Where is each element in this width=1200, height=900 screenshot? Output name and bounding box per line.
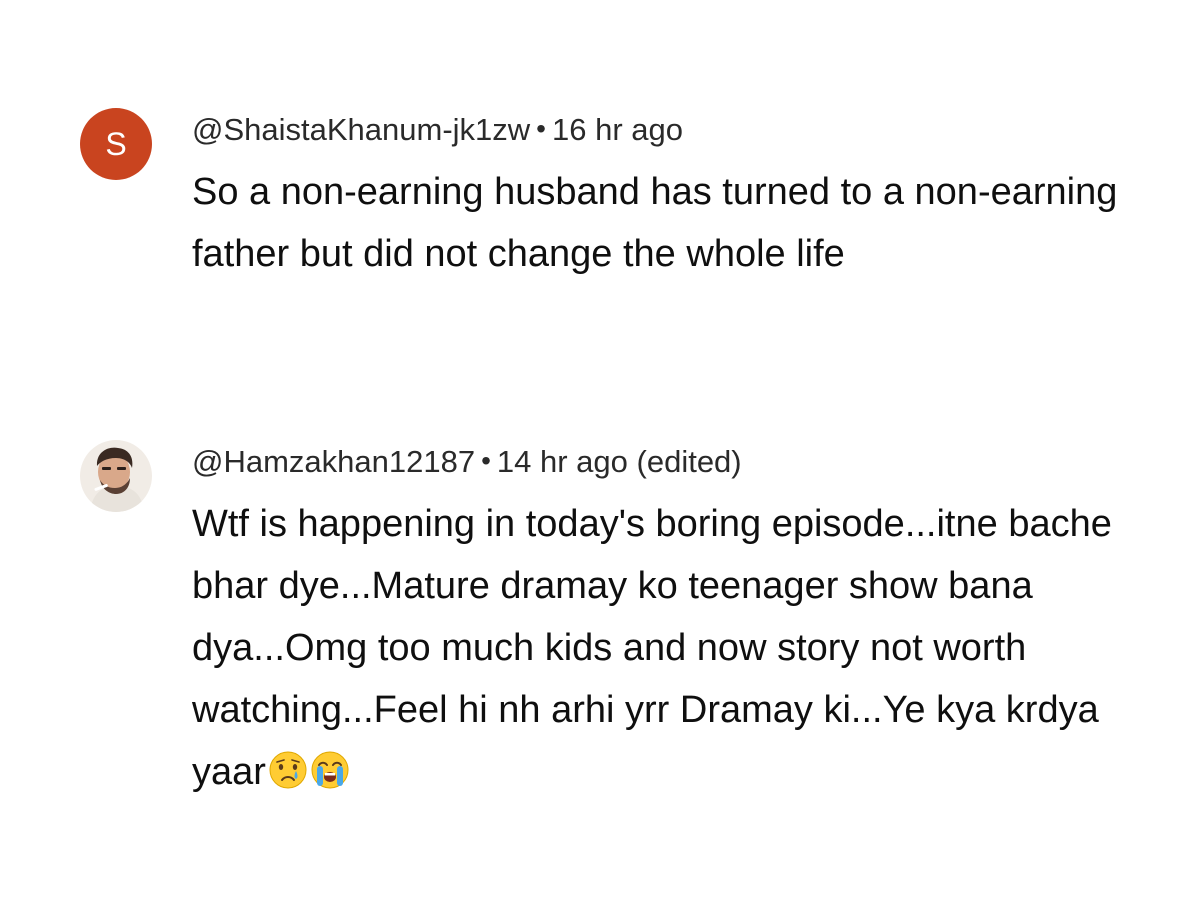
meta-separator: • <box>481 445 491 476</box>
avatar[interactable] <box>80 440 152 512</box>
comment-body: @ShaistaKhanum-jk1zw • 16 hr ago So a non-… <box>192 108 1152 285</box>
meta-separator: • <box>536 113 546 144</box>
profile-photo-icon <box>80 440 152 512</box>
comment-author[interactable]: @Hamzakhan12187 <box>192 444 475 479</box>
loudly-crying-face-emoji-icon <box>310 750 350 790</box>
comment-body: @Hamzakhan12187 • 14 hr ago (edited) Wtf i… <box>192 440 1152 803</box>
avatar-letter: S <box>105 126 127 162</box>
comment-text: So a non-earning husband has turned to a… <box>192 171 1118 275</box>
comment-meta: @Hamzakhan12187 • 14 hr ago (edited) <box>192 440 1152 485</box>
avatar[interactable]: S <box>80 108 152 180</box>
comment-timestamp[interactable]: 16 hr ago <box>552 112 683 147</box>
comment-meta: @ShaistaKhanum-jk1zw • 16 hr ago <box>192 108 1152 153</box>
crying-face-emoji-icon <box>268 750 308 790</box>
comment-timestamp[interactable]: 14 hr ago (edited) <box>497 444 742 479</box>
comment-text: Wtf is happening in today's boring episo… <box>192 493 1152 803</box>
comment-author[interactable]: @ShaistaKhanum-jk1zw <box>192 112 530 147</box>
